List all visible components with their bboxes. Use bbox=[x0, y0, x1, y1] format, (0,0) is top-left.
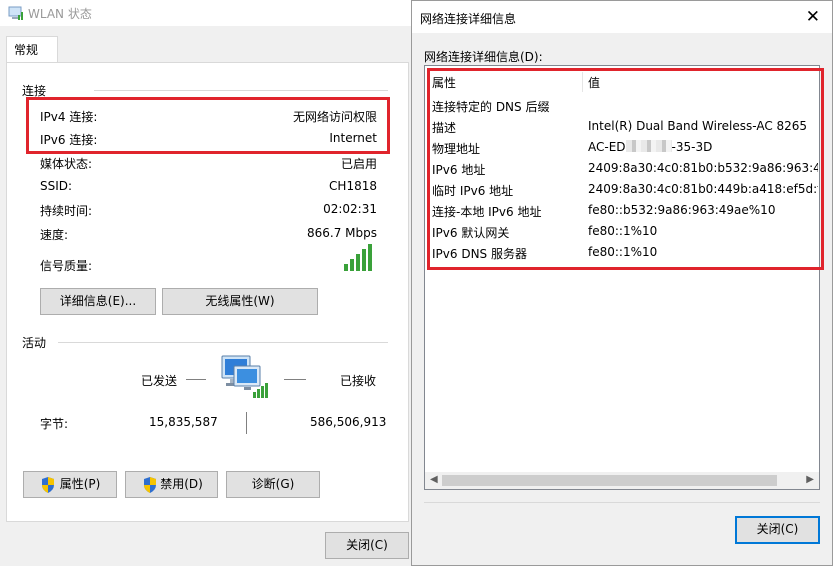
activity-group-label: 活动 bbox=[22, 336, 47, 350]
details-close-button[interactable]: 关闭(C) bbox=[735, 516, 820, 544]
wlan-status-window: WLAN 状态 常规 连接 IPv4 连接: 无网络访问权限 IPv6 连接: … bbox=[0, 0, 415, 566]
shield-icon bbox=[42, 477, 54, 493]
details-list-caption: 网络连接详细信息(D): bbox=[424, 50, 543, 64]
speed-value: 866.7 Mbps bbox=[306, 226, 377, 240]
ssid-label: SSID: bbox=[40, 179, 73, 193]
bytes-divider bbox=[246, 412, 247, 434]
wlan-titlebar: WLAN 状态 bbox=[0, 0, 415, 26]
diagnose-button[interactable]: 诊断(G) bbox=[226, 471, 320, 498]
network-computers-icon bbox=[221, 355, 268, 398]
media-state-label: 媒体状态: bbox=[40, 157, 93, 171]
scrollbar-thumb[interactable] bbox=[442, 475, 777, 486]
wireless-properties-button[interactable]: 无线属性(W) bbox=[162, 288, 318, 315]
sent-line bbox=[186, 379, 206, 380]
signal-bar bbox=[344, 264, 348, 271]
details-button[interactable]: 详细信息(E)... bbox=[40, 288, 156, 315]
signal-bar bbox=[356, 254, 360, 271]
bytes-label: 字节: bbox=[40, 417, 69, 431]
shield-icon bbox=[144, 477, 156, 493]
highlight-box-details bbox=[427, 68, 824, 270]
sent-label: 已发送 bbox=[141, 374, 178, 388]
wlan-close-button[interactable]: 关闭(C) bbox=[325, 532, 409, 559]
signal-bars-icon bbox=[344, 244, 372, 271]
signal-quality-label: 信号质量: bbox=[40, 259, 93, 273]
connection-group-divider bbox=[94, 90, 388, 91]
close-icon[interactable]: ✕ bbox=[806, 7, 820, 27]
details-dialog: 网络连接详细信息 ✕ 网络连接详细信息(D): 属性 值 连接特定的 DNS 后… bbox=[411, 0, 833, 566]
activity-group-divider bbox=[58, 342, 388, 343]
scroll-right-icon[interactable]: ▶ bbox=[806, 474, 814, 485]
speed-label: 速度: bbox=[40, 228, 69, 242]
duration-value: 02:02:31 bbox=[323, 202, 377, 216]
scroll-left-icon[interactable]: ◀ bbox=[430, 474, 438, 485]
received-line bbox=[284, 379, 306, 380]
signal-bar bbox=[350, 259, 354, 271]
bytes-received-value: 586,506,913 bbox=[310, 415, 387, 429]
details-dialog-title: 网络连接详细信息 bbox=[420, 12, 517, 26]
signal-bar bbox=[362, 249, 366, 271]
details-titlebar: 网络连接详细信息 ✕ bbox=[412, 1, 832, 33]
wifi-status-icon bbox=[8, 6, 23, 20]
properties-button[interactable]: 属性(P) bbox=[23, 471, 117, 498]
disable-button-label: 禁用(D) bbox=[160, 477, 203, 491]
horizontal-scrollbar[interactable]: ◀ ▶ bbox=[425, 472, 819, 489]
ssid-value: CH1818 bbox=[329, 179, 377, 193]
properties-button-label: 属性(P) bbox=[59, 477, 101, 491]
wlan-window-title: WLAN 状态 bbox=[28, 7, 92, 21]
received-label: 已接收 bbox=[340, 374, 377, 388]
highlight-box-connectivity bbox=[26, 97, 390, 154]
signal-bar bbox=[368, 244, 372, 271]
bytes-sent-value: 15,835,587 bbox=[149, 415, 218, 429]
duration-label: 持续时间: bbox=[40, 204, 93, 218]
tab-general[interactable]: 常规 bbox=[6, 36, 58, 63]
dialog-divider bbox=[424, 502, 820, 503]
disable-button[interactable]: 禁用(D) bbox=[125, 471, 218, 498]
media-state-value: 已启用 bbox=[340, 157, 377, 171]
